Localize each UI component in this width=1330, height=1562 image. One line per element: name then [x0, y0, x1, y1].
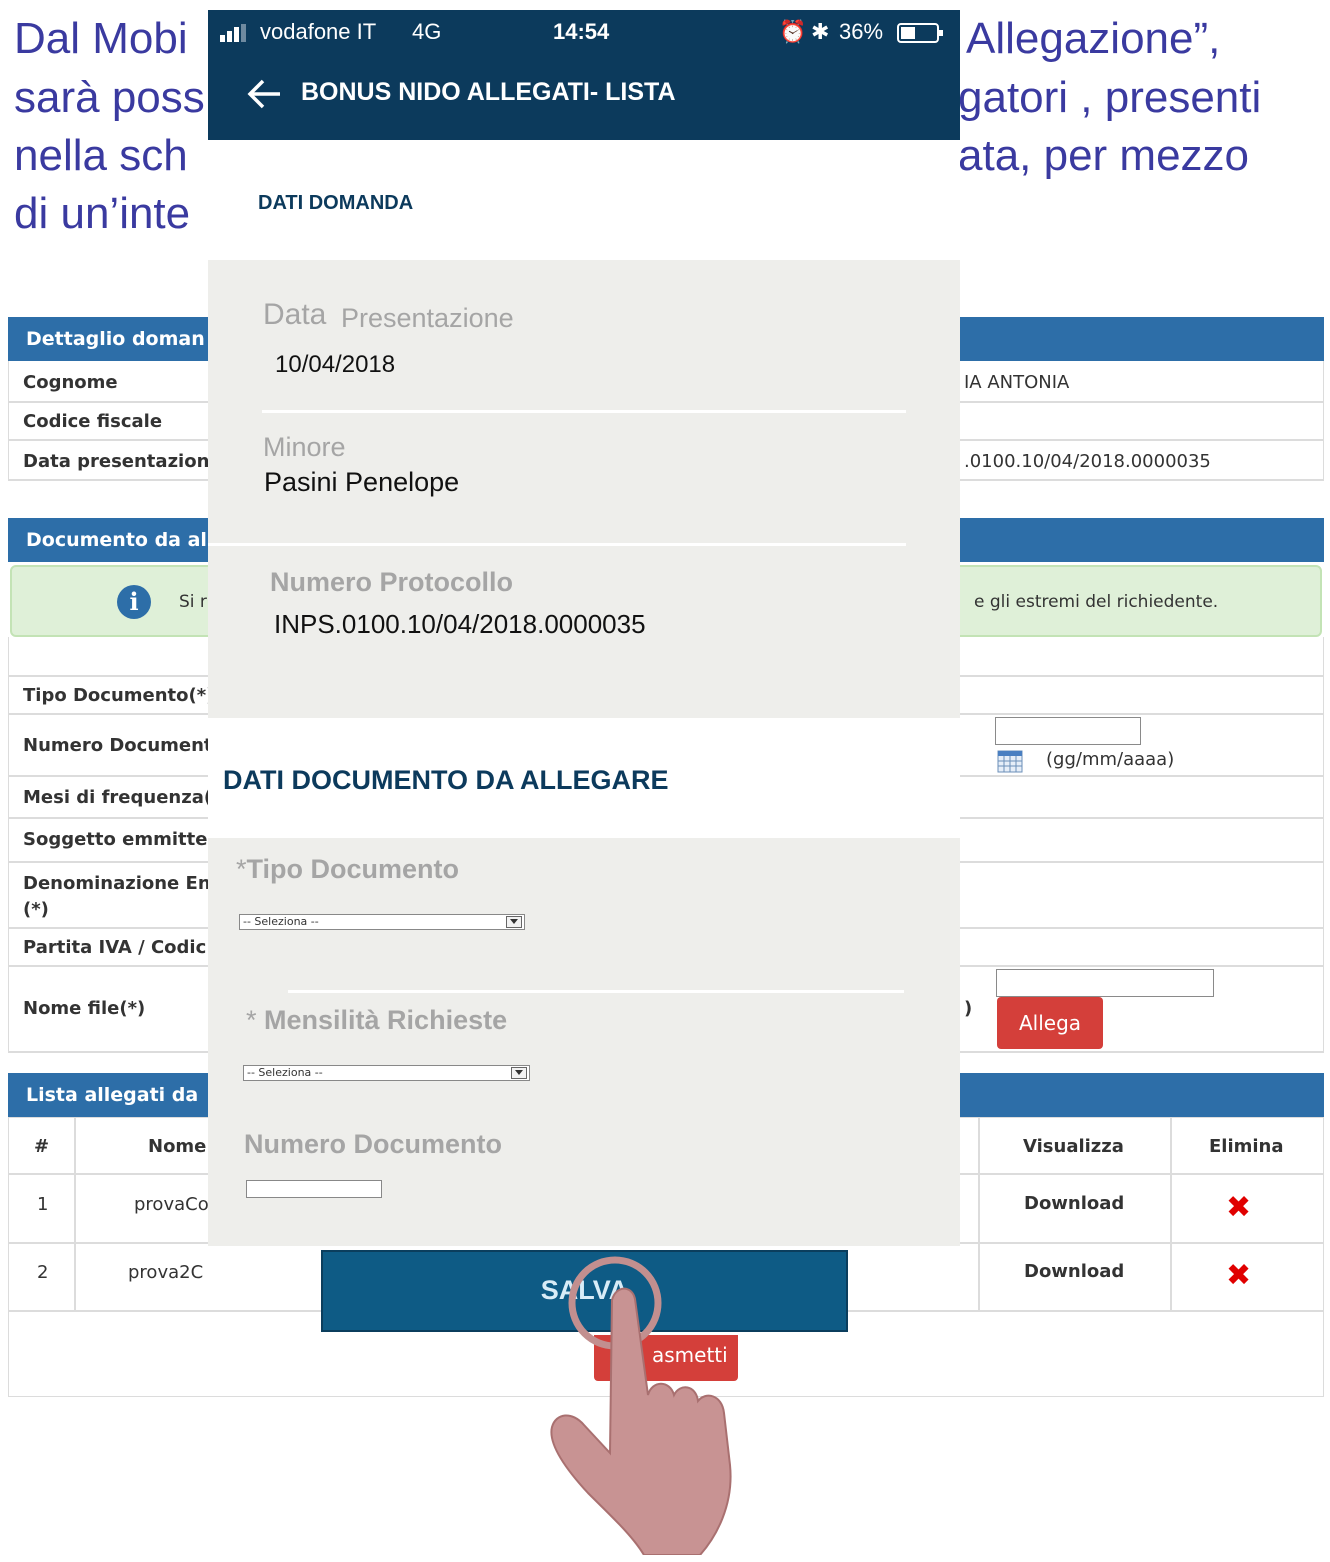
back-arrow-icon[interactable] — [246, 78, 282, 110]
presentazione-label: Presentazione — [341, 303, 514, 333]
numero-documento-label: Numero Documento — [244, 1129, 503, 1159]
soggetto-label: Soggetto emmitten — [23, 829, 221, 850]
select-value: -- Seleziona -- — [247, 1066, 323, 1079]
data-presentazione-value: 10/04/2018 — [275, 351, 396, 378]
mesi-label: Mesi di frequenza(* — [23, 787, 222, 808]
field-divider — [288, 990, 904, 993]
denominazione-required: (*) — [23, 899, 49, 920]
slide-text-line2-left: sarà poss — [14, 73, 205, 122]
tipo-documento-label: Tipo Documento(*) — [23, 685, 215, 706]
table-divider — [74, 1117, 76, 1312]
alarm-icon: ⏰ — [779, 19, 807, 44]
select-value: -- Seleziona -- — [243, 915, 319, 928]
mensilita-text: Mensilità Richieste — [264, 1005, 508, 1035]
slide-text-line3-right: ata, per mezzo — [958, 131, 1250, 180]
data-presentazione-label: Data presentazione — [23, 451, 222, 472]
tap-gesture-hand-icon — [540, 1255, 780, 1556]
delete-icon[interactable]: ✖ — [1226, 1258, 1251, 1293]
cognome-label: Cognome — [23, 372, 118, 393]
mensilita-label: * Mensilità Richieste — [246, 1005, 507, 1036]
date-input[interactable] — [995, 717, 1141, 745]
numero-documento-label: Numero Document — [23, 735, 213, 756]
field-divider — [262, 410, 906, 413]
tipo-documento-select[interactable]: -- Seleziona -- — [239, 914, 525, 930]
app-header: vodafone IT 4G 14:54 ⏰ ✱ 36% BONUS NIDO … — [208, 10, 960, 140]
slide-text-line4-left: di un’inte — [14, 189, 191, 238]
app-title: BONUS NIDO ALLEGATI- LISTA — [301, 78, 676, 106]
info-icon: i — [117, 585, 151, 619]
cognome-value: IA ANTONIA — [964, 372, 1070, 393]
data-label: Data — [263, 298, 327, 331]
tipo-documento-label: *Tipo Documento — [236, 854, 459, 885]
numero-documento-input[interactable] — [246, 1180, 382, 1198]
required-mark: * — [236, 854, 247, 884]
column-header-nome: Nome — [148, 1136, 207, 1157]
chevron-down-icon — [511, 1067, 527, 1079]
required-mark: * — [246, 1005, 257, 1035]
tipo-documento-text: Tipo Documento — [246, 854, 460, 884]
carrier-name: vodafone IT — [260, 19, 377, 44]
section-header-dati-documento: DATI DOCUMENTO DA ALLEGARE — [208, 718, 960, 838]
table-divider — [1170, 1117, 1172, 1312]
protocol-value: .0100.10/04/2018.0000035 — [964, 451, 1211, 472]
battery-icon — [897, 23, 945, 43]
nome-file-paren: ) — [964, 998, 973, 1019]
delete-icon[interactable]: ✖ — [1226, 1190, 1251, 1225]
table-cell-nome: provaCo — [134, 1194, 209, 1215]
nome-file-label: Nome file(*) — [23, 998, 146, 1019]
chevron-down-icon — [506, 916, 522, 928]
bluetooth-icon: ✱ — [811, 19, 830, 44]
column-header-num: # — [34, 1136, 50, 1157]
allega-button[interactable]: Allega — [997, 997, 1103, 1049]
date-format-hint: (gg/mm/aaaa) — [1046, 749, 1175, 770]
field-divider — [208, 543, 906, 546]
slide-text-line1-left: Dal Mobi — [14, 14, 188, 63]
denominazione-label: Denominazione Ent — [23, 873, 220, 894]
mobile-app-screen: vodafone IT 4G 14:54 ⏰ ✱ 36% BONUS NIDO … — [208, 10, 960, 1246]
section-header-dati-domanda: DATI DOMANDA — [208, 140, 960, 260]
section-title: DATI DOMANDA — [258, 192, 414, 214]
download-link[interactable]: Download — [1024, 1193, 1124, 1214]
protocollo-value: INPS.0100.10/04/2018.0000035 — [274, 609, 646, 639]
download-link[interactable]: Download — [1024, 1261, 1124, 1282]
calendar-icon[interactable] — [997, 749, 1023, 773]
signal-icon — [220, 24, 254, 42]
minore-label: Minore — [263, 432, 346, 462]
partita-iva-label: Partita IVA / Codic — [23, 937, 207, 958]
codice-fiscale-label: Codice fiscale — [23, 411, 163, 432]
network-type: 4G — [412, 19, 442, 44]
table-cell-num: 1 — [37, 1194, 49, 1215]
table-divider — [978, 1117, 980, 1312]
slide-text-line3-left: nella sch — [14, 131, 188, 180]
table-cell-num: 2 — [37, 1262, 49, 1283]
section-title: DATI DOCUMENTO DA ALLEGARE — [223, 765, 669, 795]
info-text-right: e gli estremi del richiedente. — [974, 592, 1219, 612]
protocollo-label: Numero Protocollo — [270, 567, 514, 597]
column-header-visualizza: Visualizza — [1023, 1136, 1124, 1157]
slide-text-line1-right: Allegazione”, — [966, 14, 1221, 63]
slide-text-line2-right: gatori , presenti — [958, 73, 1262, 122]
status-time: 14:54 — [553, 19, 610, 44]
battery-percent: 36% — [839, 19, 884, 44]
column-header-elimina: Elimina — [1209, 1136, 1284, 1157]
file-input[interactable] — [996, 969, 1214, 997]
minore-value: Pasini Penelope — [264, 467, 460, 497]
mensilita-select[interactable]: -- Seleziona -- — [243, 1065, 530, 1081]
info-text-left: Si r — [179, 592, 207, 612]
table-cell-nome: prova2C — [128, 1262, 204, 1283]
